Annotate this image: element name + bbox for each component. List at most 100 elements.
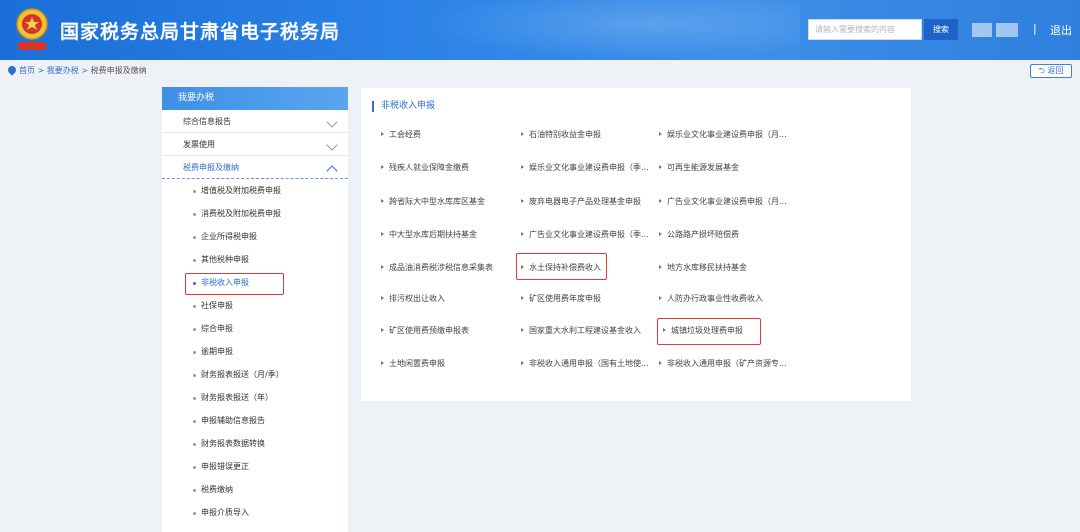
list-item-general-mineral[interactable]: 非税收入通用申报（矿产资源专... bbox=[659, 358, 787, 370]
sidebar-item-overdue[interactable]: 逾期申报 bbox=[162, 340, 348, 363]
breadcrumb-separator: > bbox=[35, 66, 47, 75]
arrow-right-icon bbox=[381, 296, 384, 300]
search-button[interactable]: 搜索 bbox=[924, 19, 958, 40]
list-item-mining-prepay[interactable]: 矿区使用费预缴申报表 bbox=[381, 325, 469, 337]
item-label: 公路路产损坏赔偿费 bbox=[667, 230, 739, 239]
arrow-right-icon bbox=[381, 328, 384, 332]
arrow-right-icon bbox=[521, 361, 524, 365]
arrow-right-icon bbox=[659, 199, 662, 203]
list-item-water-project-fund[interactable]: 国家重大水利工程建设基金收入 bbox=[521, 325, 641, 337]
list-item-union-fee[interactable]: 工会经费 bbox=[381, 129, 421, 141]
sidebar-item-media-import[interactable]: 申报介质导入 bbox=[162, 501, 348, 524]
list-item-ent-culture-monthly[interactable]: 娱乐业文化事业建设费申报（月... bbox=[659, 129, 787, 141]
sidebar-item-tax-payment[interactable]: 税费缴纳 bbox=[162, 478, 348, 501]
list-item-ewaste-fund[interactable]: 废弃电器电子产品处理基金申报 bbox=[521, 196, 641, 208]
arrow-right-icon bbox=[659, 296, 662, 300]
list-item-idle-land[interactable]: 土地闲置费申报 bbox=[381, 358, 445, 370]
sidebar-item-data-conversion[interactable]: 财务报表数据转换 bbox=[162, 432, 348, 455]
item-label: 矿区使用费预缴申报表 bbox=[389, 326, 469, 335]
list-item-reservoir-fund[interactable]: 跨省际大中型水库库区基金 bbox=[381, 196, 485, 208]
sidebar-group-tax-filing[interactable]: 税费申报及缴纳 bbox=[162, 156, 348, 179]
sidebar-item-auxiliary-info[interactable]: 申报辅助信息报告 bbox=[162, 409, 348, 432]
arrow-right-icon bbox=[521, 165, 524, 169]
item-label: 非税收入通用申报（国有土地使... bbox=[529, 359, 649, 368]
arrow-right-icon bbox=[381, 165, 384, 169]
list-item-ad-culture-quarterly[interactable]: 广告业文化事业建设费申报（季... bbox=[521, 229, 649, 241]
arrow-right-icon bbox=[659, 265, 662, 269]
back-button[interactable]: ⮌ 返回 bbox=[1030, 64, 1072, 78]
sidebar-group-label: 税费申报及缴纳 bbox=[183, 163, 239, 172]
non-tax-panel: 非税收入申报 工会经费 石油特别收益金申报 娱乐业文化事业建设费申报（月... … bbox=[361, 88, 911, 401]
list-item-fuel-tax-info[interactable]: 成品油消费税涉税信息采集表 bbox=[381, 262, 493, 274]
arrow-right-icon bbox=[659, 165, 662, 169]
arrow-right-icon bbox=[521, 232, 524, 236]
item-label: 非税收入通用申报（矿产资源专... bbox=[667, 359, 787, 368]
item-label: 广告业文化事业建设费申报（季... bbox=[529, 230, 649, 239]
arrow-right-icon bbox=[659, 232, 662, 236]
breadcrumb-level2[interactable]: 我要办税 bbox=[47, 66, 79, 75]
arrow-right-icon bbox=[659, 361, 662, 365]
sidebar-item-other-taxes[interactable]: 其他税种申报 bbox=[162, 248, 348, 271]
chevron-up-icon bbox=[326, 165, 338, 177]
list-item-civil-defense-fee[interactable]: 人防办行政事业性收费收入 bbox=[659, 293, 763, 305]
list-item-reservoir-support[interactable]: 中大型水库后期扶持基金 bbox=[381, 229, 477, 241]
item-label: 地方水库移民扶持基金 bbox=[667, 263, 747, 272]
list-item-oil-revenue[interactable]: 石油特别收益金申报 bbox=[521, 129, 601, 141]
sidebar-item-financial-monthly[interactable]: 财务报表报送（月/季） bbox=[162, 363, 348, 386]
list-item-migrant-support[interactable]: 地方水库移民扶持基金 bbox=[659, 262, 747, 274]
list-item-mining-annual[interactable]: 矿区使用费年度申报 bbox=[521, 293, 601, 305]
breadcrumb-current: 税费申报及缴纳 bbox=[90, 66, 147, 75]
sidebar-item-vat[interactable]: 增值税及附加税费申报 bbox=[162, 179, 348, 202]
arrow-right-icon bbox=[521, 328, 524, 332]
user-name-redacted[interactable] bbox=[972, 23, 1024, 37]
sidebar-title: 我要办税 bbox=[162, 87, 348, 110]
arrow-right-icon bbox=[659, 132, 662, 136]
logout-link[interactable]: 退出 bbox=[1050, 22, 1072, 38]
item-label: 跨省际大中型水库库区基金 bbox=[389, 197, 485, 206]
arrow-right-icon bbox=[381, 199, 384, 203]
panel-title: 非税收入申报 bbox=[372, 101, 435, 112]
sidebar-item-comprehensive[interactable]: 综合申报 bbox=[162, 317, 348, 340]
list-item-general-land[interactable]: 非税收入通用申报（国有土地使... bbox=[521, 358, 649, 370]
list-item-ent-culture-quarterly[interactable]: 娱乐业文化事业建设费申报（季... bbox=[521, 162, 649, 174]
item-label: 人防办行政事业性收费收入 bbox=[667, 294, 763, 303]
sidebar-group-label: 发票使用 bbox=[183, 140, 215, 149]
list-item-road-damage[interactable]: 公路路产损坏赔偿费 bbox=[659, 229, 739, 241]
item-label: 可再生能源发展基金 bbox=[667, 163, 739, 172]
arrow-right-icon bbox=[521, 199, 524, 203]
sidebar-item-consumption-tax[interactable]: 消费税及附加税费申报 bbox=[162, 202, 348, 225]
list-item-disability-fund[interactable]: 残疾人就业保障金缴费 bbox=[381, 162, 469, 174]
sidebar-item-financial-annual[interactable]: 财务报表报送（年） bbox=[162, 386, 348, 409]
item-label: 土地闲置费申报 bbox=[389, 359, 445, 368]
item-label: 排污权出让收入 bbox=[389, 294, 445, 303]
arrow-right-icon bbox=[381, 361, 384, 365]
sidebar-group-report[interactable]: 综合信息报告 bbox=[162, 110, 348, 133]
highlight-box bbox=[185, 273, 284, 295]
item-label: 废弃电器电子产品处理基金申报 bbox=[529, 197, 641, 206]
back-button-label: 返回 bbox=[1047, 66, 1064, 75]
tax-emblem-icon bbox=[16, 8, 48, 50]
sidebar: 我要办税 综合信息报告 发票使用 税费申报及缴纳 增值税及附加税费申报 消费税及… bbox=[162, 87, 348, 532]
sidebar-item-corporate-income-tax[interactable]: 企业所得税申报 bbox=[162, 225, 348, 248]
arrow-right-icon bbox=[381, 132, 384, 136]
breadcrumb-separator: > bbox=[78, 66, 91, 75]
item-label: 石油特别收益金申报 bbox=[529, 130, 601, 139]
chevron-down-icon bbox=[326, 139, 338, 151]
list-item-renewable-fund[interactable]: 可再生能源发展基金 bbox=[659, 162, 739, 174]
sidebar-item-error-correction[interactable]: 申报错误更正 bbox=[162, 455, 348, 478]
chevron-down-icon bbox=[326, 116, 338, 128]
item-label: 矿区使用费年度申报 bbox=[529, 294, 601, 303]
sidebar-item-social-insurance[interactable]: 社保申报 bbox=[162, 294, 348, 317]
breadcrumb: 首页 > 我要办税 > 税费申报及缴纳 bbox=[6, 64, 147, 77]
item-label: 国家重大水利工程建设基金收入 bbox=[529, 326, 641, 335]
highlight-box bbox=[657, 318, 761, 345]
arrow-right-icon bbox=[521, 296, 524, 300]
item-label: 成品油消费税涉税信息采集表 bbox=[389, 263, 493, 272]
sidebar-group-invoice[interactable]: 发票使用 bbox=[162, 133, 348, 156]
highlight-box bbox=[516, 253, 607, 280]
search-input[interactable] bbox=[808, 19, 922, 40]
list-item-emission-rights[interactable]: 排污权出让收入 bbox=[381, 293, 445, 305]
arrow-right-icon bbox=[381, 232, 384, 236]
list-item-ad-culture-monthly[interactable]: 广告业文化事业建设费申报（月... bbox=[659, 196, 787, 208]
breadcrumb-home[interactable]: 首页 bbox=[19, 66, 35, 75]
